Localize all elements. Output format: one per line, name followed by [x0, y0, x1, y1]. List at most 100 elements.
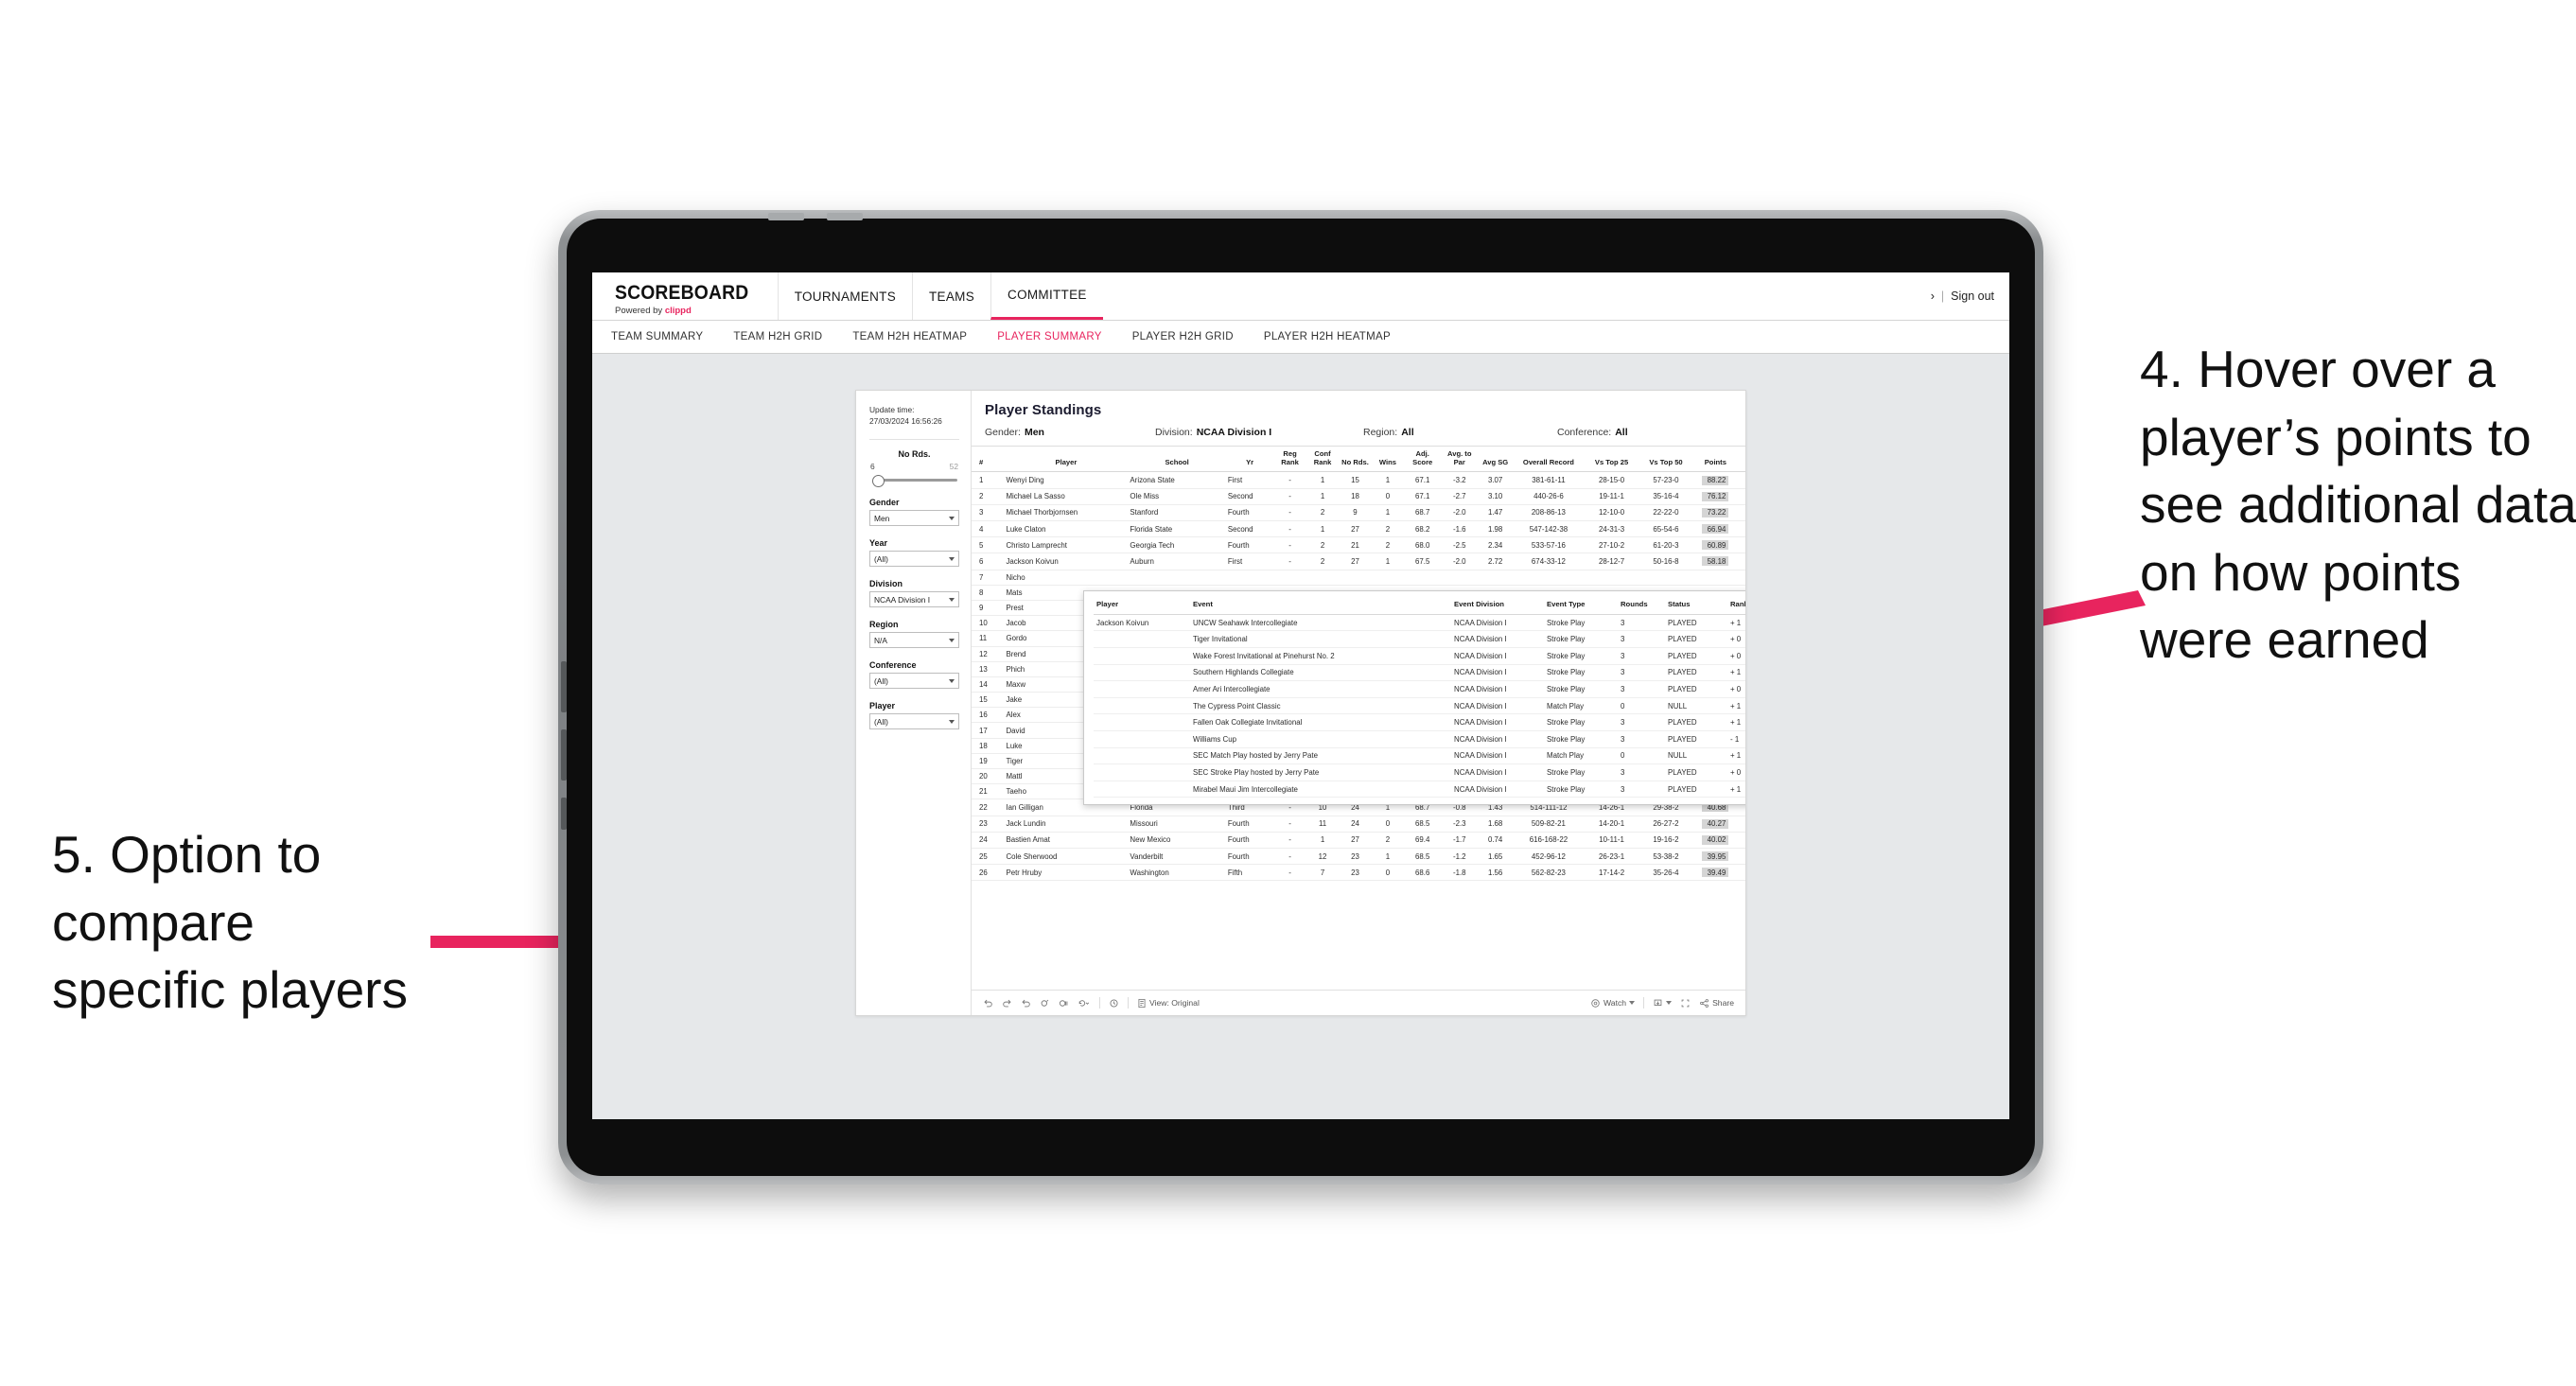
tab-team-h2h-grid[interactable]: TEAM H2H GRID	[718, 331, 837, 342]
nav-tournaments[interactable]: TOURNAMENTS	[777, 272, 912, 320]
cell-t25: 28-15-0	[1584, 471, 1639, 489]
col-rank[interactable]: #	[972, 447, 1005, 473]
table-row[interactable]: 25 Cole Sherwood Vanderbilt Fourth -12 23 1 68.…	[972, 848, 1745, 866]
tooltip-player-name	[1094, 763, 1190, 781]
points-value[interactable]: 40.27	[1702, 818, 1729, 829]
tooltip-row: Southern Highlands Collegiate NCAA Divisi…	[1094, 664, 1745, 682]
chevron-down-icon	[949, 678, 955, 683]
tab-team-summary[interactable]: TEAM SUMMARY	[611, 331, 718, 342]
points-value[interactable]: 39.95	[1702, 851, 1729, 862]
col-reg-rank[interactable]: Reg Rank	[1273, 447, 1306, 473]
undo-icon[interactable]	[983, 998, 993, 1009]
points-value[interactable]: 39.49	[1702, 868, 1729, 878]
filter-year-select[interactable]: (All)	[869, 551, 959, 568]
table-row[interactable]: 2 Michael La Sasso Ole Miss Second -1 18 0 67.1…	[972, 488, 1745, 505]
filter-player-select[interactable]: (All)	[869, 713, 959, 730]
table-row[interactable]: 5 Christo Lamprecht Georgia Tech Fourth -2 21…	[972, 536, 1745, 554]
tab-player-summary[interactable]: PLAYER SUMMARY	[982, 331, 1117, 342]
table-row[interactable]: 23 Jack Lundin Missouri Fourth -11 24 0 68.5 -2.…	[972, 816, 1745, 833]
cell-sg: 2.34	[1478, 536, 1514, 554]
cell-sg: 1.56	[1478, 864, 1514, 882]
points-value[interactable]: 73.22	[1702, 507, 1729, 518]
watch-button[interactable]: Watch	[1590, 998, 1636, 1009]
tab-player-h2h-heatmap[interactable]: PLAYER H2H HEATMAP	[1249, 331, 1406, 342]
points-value[interactable]: 88.22	[1702, 475, 1729, 485]
chevron-down-icon	[949, 597, 955, 602]
applied-gender-label: Gender:	[985, 427, 1021, 438]
table-row[interactable]: 1 Wenyi Ding Arizona State First -1 15 1 67.1 -3…	[972, 471, 1745, 489]
col-vs-top-50[interactable]: Vs Top 50	[1638, 447, 1693, 473]
redo-icon[interactable]	[1002, 998, 1012, 1009]
account-area: › | Sign out	[1931, 272, 2009, 320]
cell-yr: Second	[1225, 520, 1274, 538]
tooltip-cell-division: NCAA Division I	[1451, 630, 1544, 649]
clock-history-icon[interactable]	[1109, 998, 1119, 1009]
brand-logo[interactable]: SCOREBOARD Powered by clippd	[592, 272, 778, 320]
col-avg-to-par[interactable]: Avg. to Par	[1441, 447, 1479, 473]
fullscreen-button[interactable]	[1680, 998, 1691, 1009]
filter-division-label: Division	[869, 579, 903, 589]
cell-record: 452-96-12	[1513, 848, 1585, 866]
nav-committee[interactable]: COMMITTEE	[990, 272, 1103, 320]
points-value[interactable]: 58.18	[1702, 556, 1729, 567]
col-overall-record[interactable]: Overall Record	[1513, 447, 1585, 473]
col-conf-rank[interactable]: Conf Rank	[1306, 447, 1340, 473]
tooltip-cell-division: NCAA Division I	[1451, 747, 1544, 765]
tab-player-h2h-grid[interactable]: PLAYER H2H GRID	[1117, 331, 1249, 342]
cell-par: -2.3	[1441, 816, 1479, 833]
table-row[interactable]: 3 Michael Thorbjornsen Stanford Fourth -2 9 1 6…	[972, 504, 1745, 522]
col-wins[interactable]: Wins	[1371, 447, 1405, 473]
nav-teams[interactable]: TEAMS	[912, 272, 990, 320]
tooltip-cell-event: Wake Forest Invitational at Pinehurst No…	[1190, 647, 1451, 665]
cell-adj: 67.5	[1404, 553, 1442, 570]
resume-auto-update-icon[interactable]	[1059, 998, 1069, 1009]
col-yr[interactable]: Yr	[1225, 447, 1274, 473]
standings-header-row: # Player School Yr Reg Rank Conf Rank No…	[972, 447, 1745, 473]
col-vs-top-25[interactable]: Vs Top 25	[1584, 447, 1639, 473]
view-original-label: View: Original	[1149, 998, 1200, 1008]
table-row[interactable]: 24 Bastien Amat New Mexico Fourth -1 27 2 69.4-…	[972, 832, 1745, 849]
table-row[interactable]: 7 Nicho	[972, 570, 1745, 586]
sign-out-link[interactable]: Sign out	[1951, 289, 1994, 303]
view-original-button[interactable]: View: Original	[1137, 998, 1200, 1009]
cell-reg: -	[1273, 816, 1306, 833]
cell-points: 73.22	[1692, 504, 1745, 522]
table-row[interactable]: 4 Luke Claton Florida State Second -1 27 2 68.2…	[972, 520, 1745, 538]
filter-division-select[interactable]: NCAA Division I	[869, 591, 959, 608]
col-avg-sg[interactable]: Avg SG	[1478, 447, 1514, 473]
cell-par: -3.2	[1441, 471, 1479, 489]
table-row[interactable]: 6 Jackson Koivun Auburn First -2 27 1 67.5 -2.0 2…	[972, 553, 1745, 570]
tooltip-cell-rounds: 3	[1618, 713, 1665, 731]
tooltip-cell-type: Stroke Play	[1544, 781, 1618, 798]
tooltip-player-name: Jackson Koivun	[1094, 614, 1190, 632]
filter-region-select[interactable]: N/A	[869, 632, 959, 649]
points-value[interactable]: 76.12	[1702, 491, 1729, 501]
download-button[interactable]	[1653, 998, 1673, 1009]
tooltip-cell-rounds: 0	[1618, 747, 1665, 765]
cell-school	[1128, 570, 1226, 586]
filter-conference-select[interactable]: (All)	[869, 673, 959, 690]
col-player[interactable]: Player	[1004, 447, 1129, 473]
filter-gender-select[interactable]: Men	[869, 510, 959, 527]
tooltip-player-name	[1094, 630, 1190, 649]
standings-table-wrapper[interactable]: # Player School Yr Reg Rank Conf Rank No…	[972, 446, 1745, 990]
pause-auto-update-icon[interactable]	[1040, 998, 1050, 1009]
filter-conference-value: (All)	[874, 675, 888, 686]
slider-handle[interactable]	[872, 475, 885, 488]
col-no-rds[interactable]: No Rds.	[1339, 447, 1372, 473]
col-adj-score[interactable]: Adj. Score	[1404, 447, 1442, 473]
points-value[interactable]: 66.94	[1702, 524, 1729, 535]
revert-icon[interactable]	[1021, 998, 1031, 1009]
col-points[interactable]: Points	[1692, 447, 1745, 473]
tab-team-h2h-heatmap[interactable]: TEAM H2H HEATMAP	[837, 331, 982, 342]
cell-t25: 28-12-7	[1584, 553, 1639, 570]
applied-region-label: Region:	[1363, 427, 1398, 438]
share-button[interactable]: Share	[1699, 998, 1734, 1009]
col-school[interactable]: School	[1128, 447, 1226, 473]
points-value[interactable]: 40.02	[1702, 834, 1729, 845]
points-value[interactable]: 60.89	[1702, 540, 1729, 551]
refresh-dropdown-icon[interactable]	[1078, 998, 1091, 1009]
tooltip-cell-event: Mirabel Maui Jim Intercollegiate	[1190, 781, 1451, 798]
no-rounds-slider[interactable]	[869, 474, 959, 488]
table-row[interactable]: 26 Petr Hruby Washington Fifth -7 23 0 68.6 -1.8…	[972, 864, 1745, 882]
